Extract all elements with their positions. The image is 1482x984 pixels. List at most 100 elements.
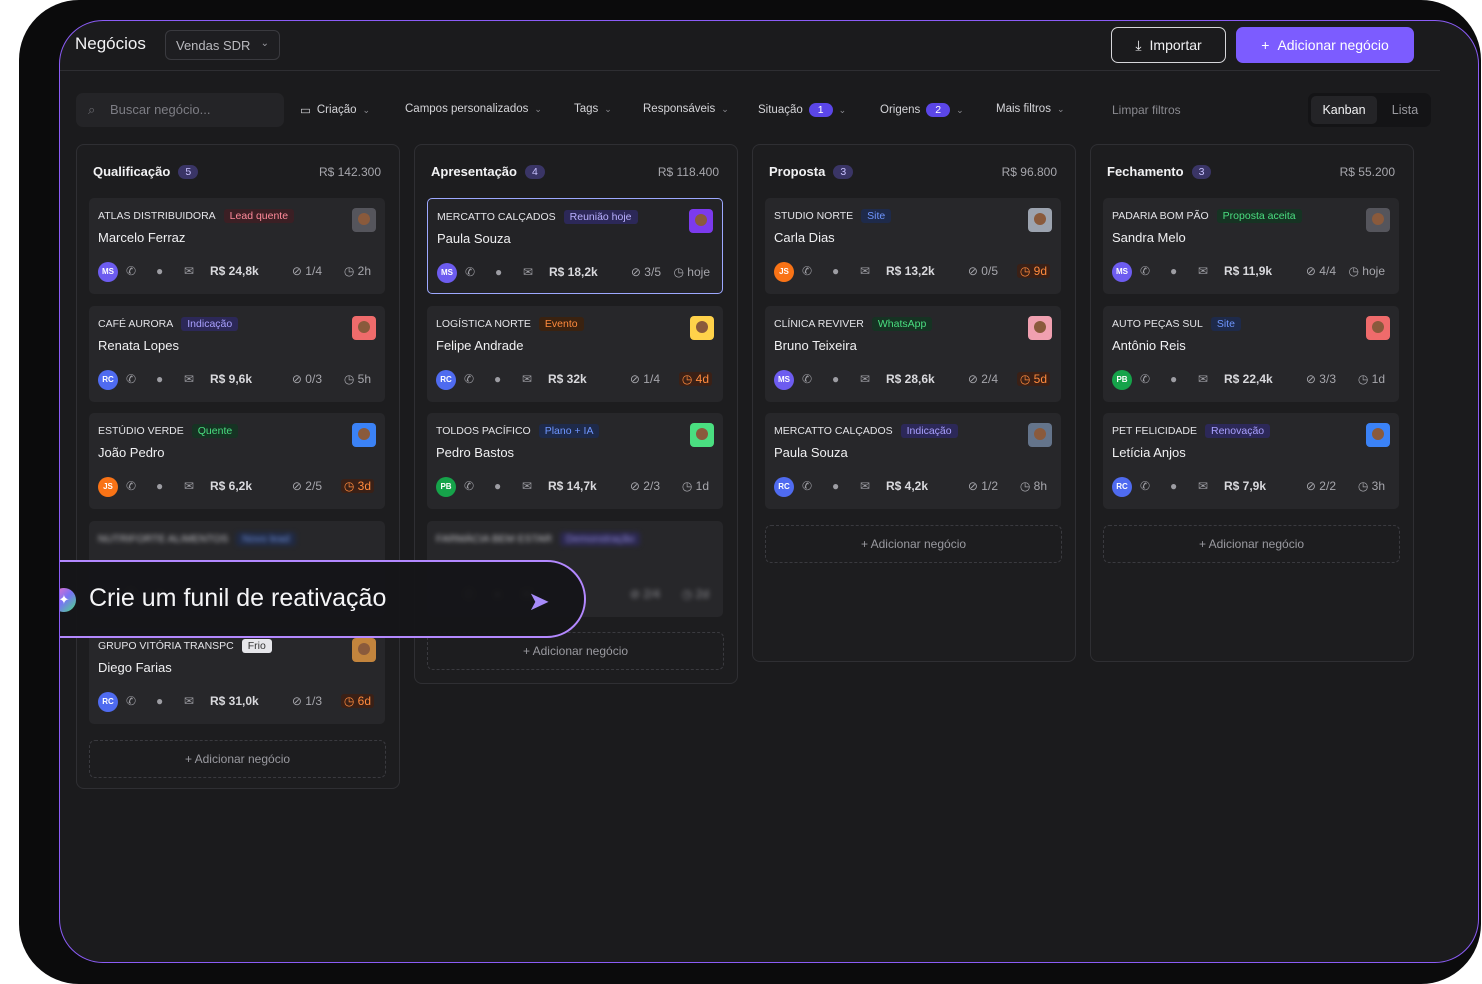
phone-icon[interactable]: ✆ [802,372,812,386]
filter-status[interactable]: Situação 1 ⌄ [758,103,846,117]
contact-name: Marcelo Ferraz [98,230,186,245]
phone-icon[interactable]: ✆ [464,479,474,493]
deal-card[interactable]: STUDIO NORTE Site Carla Dias JS ✆ ● ✉ R$ 13,2k ⊘… [765,198,1061,294]
filter-origins[interactable]: Origens 2 ⌄ [880,103,964,117]
chat-icon[interactable]: ● [1170,372,1177,386]
email-icon[interactable]: ✉ [184,264,194,278]
phone-icon[interactable]: ✆ [126,264,136,278]
deal-value: R$ 13,2k [886,264,935,278]
email-icon[interactable]: ✉ [1198,264,1208,278]
chat-icon[interactable]: ● [1170,479,1177,493]
filter-tags[interactable]: Tags ⌄ [574,103,612,115]
avatar-face-icon [358,643,370,655]
company-name: MERCATTO CALÇADOS Indicação [774,424,958,438]
add-deal-button[interactable]: + Adicionar negócio [1236,27,1414,63]
phone-icon[interactable]: ✆ [465,265,475,279]
phone-icon[interactable]: ✆ [126,694,136,708]
avatar [1028,423,1052,447]
phone-icon[interactable]: ✆ [126,372,136,386]
deal-card[interactable]: CAFÉ AURORA Indicação Renata Lopes RC ✆ ● ✉ R$ … [89,305,385,402]
email-icon[interactable]: ✉ [184,694,194,708]
page-title: Negócios [75,34,146,53]
email-icon[interactable]: ✉ [860,264,870,278]
contact-name: Letícia Anjos [1112,445,1186,460]
column-total: R$ 96.800 [1001,165,1057,179]
chat-icon[interactable]: ● [832,479,839,493]
company-label: TOLDOS PACÍFICO [436,425,531,437]
filter-owners[interactable]: Responsáveis ⌄ [643,103,729,115]
clear-filters-button[interactable]: Limpar filtros [1112,103,1181,117]
deal-card[interactable]: ESTÚDIO VERDE Quente João Pedro JS ✆ ● ✉ R$ 6,2… [89,413,385,509]
chat-icon[interactable]: ● [832,264,839,278]
phone-icon[interactable]: ✆ [802,264,812,278]
card-meta: RC ✆ ● ✉ R$ 31,0k ⊘ 1/3 ◷ 6d [98,692,374,712]
deal-value: R$ 6,2k [210,479,253,493]
deal-card[interactable]: ATLAS DISTRIBUIDORA Lead quente Marcelo Fe… [89,198,385,294]
ai-prompt-bar[interactable]: ✦ Crie um funil de reativação ➤ [60,560,586,638]
import-button[interactable]: ⤓ Importar [1111,27,1226,63]
deal-card[interactable]: TOLDOS PACÍFICO Plano + IA Pedro Bastos PB ✆… [427,413,723,509]
deal-card[interactable]: PET FELICIDADE Renovação Letícia Anjos RC ✆ ●… [1103,413,1399,509]
deal-card[interactable]: CLÍNICA REVIVER WhatsApp Bruno Teixeira MS ✆… [765,305,1061,402]
chat-icon[interactable]: ● [494,479,501,493]
email-icon[interactable]: ✉ [184,372,194,386]
filter-more-label: Mais filtros [996,103,1051,115]
view-list-button[interactable]: Lista [1380,96,1430,124]
chat-icon[interactable]: ● [494,372,501,386]
email-icon[interactable]: ✉ [860,479,870,493]
phone-icon[interactable]: ✆ [1140,264,1150,278]
deal-card[interactable]: LOGÍSTICA NORTE Evento Felipe Andrade RC ✆ ● ✉… [427,305,723,402]
chat-icon[interactable]: ● [156,479,163,493]
email-icon[interactable]: ✉ [1198,372,1208,386]
add-deal-button[interactable]: + Adicionar negócio [89,739,386,778]
phone-icon[interactable]: ✆ [802,479,812,493]
filter-origins-count: 2 [926,103,951,117]
owner-avatar: RC [436,369,456,390]
add-deal-label: Adicionar negócio [1277,37,1389,53]
kanban-column: Proposta 3 R$ 96.800 STUDIO NORTE Site Carla … [752,144,1076,662]
add-deal-button[interactable]: + Adicionar negócio [765,524,1062,563]
card-meta: MS ✆ ● ✉ R$ 11,9k ⊘ 4/4 ◷ hoje [1112,262,1388,282]
chat-icon[interactable]: ● [156,372,163,386]
send-icon[interactable]: ➤ [528,586,550,617]
chat-icon[interactable]: ● [156,264,163,278]
add-deal-button[interactable]: + Adicionar negócio [1103,524,1400,563]
company-label: GRUPO VITÓRIA TRANSPC [98,640,234,652]
phone-icon[interactable]: ✆ [1140,372,1150,386]
deal-card[interactable]: GRUPO VITÓRIA TRANSPC Frio Diego Farias RC ✆… [89,628,385,724]
pipeline-select[interactable]: Vendas SDR ⌄ [165,30,280,60]
phone-icon[interactable]: ✆ [126,479,136,493]
company-name: LOGÍSTICA NORTE Evento [436,316,584,331]
email-icon[interactable]: ✉ [522,372,532,386]
view-kanban-button[interactable]: Kanban [1311,96,1377,124]
deal-card[interactable]: PADARIA BOM PÃO Proposta aceita Sandra Mel… [1103,198,1399,294]
phone-icon[interactable]: ✆ [464,372,474,386]
filter-custom-fields[interactable]: Campos personalizados ⌄ [405,103,542,115]
card-meta: PB ✆ ● ✉ R$ 14,7k ⊘ 2/3 ◷ 1d [436,477,712,497]
filter-status-count: 1 [808,103,833,117]
chat-icon[interactable]: ● [1170,264,1177,278]
deal-tag: Lead quente [223,209,295,223]
email-icon[interactable]: ✉ [523,265,533,279]
filter-more[interactable]: Mais filtros ⌄ [996,103,1065,115]
search-input[interactable]: ⌕ Buscar negócio... [76,93,284,127]
deal-card[interactable]: MERCATTO CALÇADOS Indicação Paula Souza RC ✆… [765,413,1061,509]
card-meta: JS ✆ ● ✉ R$ 13,2k ⊘ 0/5 ◷ 9d [774,262,1050,282]
deal-card[interactable]: MERCATTO CALÇADOS Reunião hoje Paula Souza… [427,198,723,294]
chat-icon[interactable]: ● [832,372,839,386]
owner-avatar: MS [437,263,457,283]
download-icon: ⤓ [1135,36,1142,53]
chat-icon[interactable]: ● [156,694,163,708]
column-header: Apresentação 4 [431,164,545,179]
chat-icon[interactable]: ● [495,265,502,279]
deal-card[interactable]: AUTO PEÇAS SUL Site Antônio Reis PB ✆ ● ✉ R$ 22… [1103,305,1399,402]
email-icon[interactable]: ✉ [184,479,194,493]
column-total: R$ 142.300 [318,165,381,179]
email-icon[interactable]: ✉ [1198,479,1208,493]
email-icon[interactable]: ✉ [860,372,870,386]
avatar [352,423,376,447]
email-icon[interactable]: ✉ [522,479,532,493]
filter-creation[interactable]: ▭ Criação ⌄ [300,103,370,117]
phone-icon[interactable]: ✆ [1140,479,1150,493]
company-name: FARMÁCIA BEM ESTAR Demonstração [436,531,641,546]
